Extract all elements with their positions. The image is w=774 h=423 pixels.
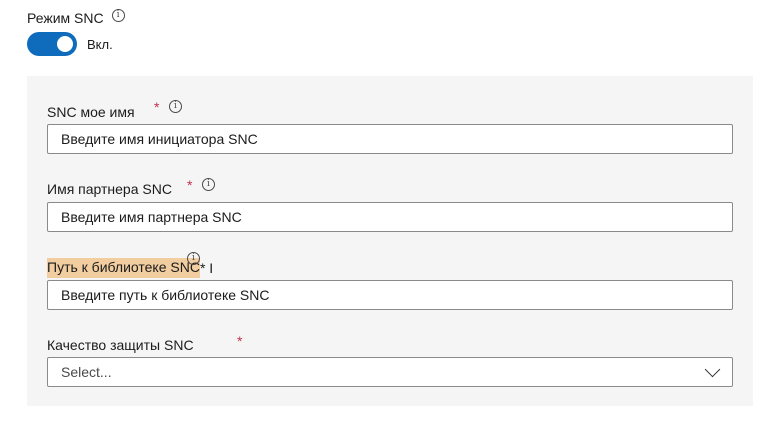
protection-quality-required-mark: * — [237, 333, 243, 349]
protection-quality-dropdown[interactable]: Select... — [47, 357, 733, 387]
snc-mode-header: Режим SNC i — [27, 8, 125, 26]
snc-mode-label: Режим SNC — [27, 10, 104, 26]
my-name-input[interactable] — [47, 124, 733, 154]
info-icon[interactable]: i — [169, 100, 182, 113]
my-name-required-mark: * — [154, 99, 160, 115]
library-path-input[interactable] — [47, 280, 733, 310]
partner-name-label: Имя партнера SNC — [47, 181, 172, 197]
snc-mode-toggle-row: Вкл. — [27, 32, 113, 56]
dropdown-selected-value: Select... — [61, 364, 112, 380]
info-icon[interactable]: i — [187, 252, 200, 265]
info-icon[interactable]: i — [202, 178, 215, 191]
toggle-knob — [57, 36, 73, 52]
snc-mode-toggle[interactable] — [27, 32, 77, 56]
partner-name-label-text: Имя партнера SNC — [47, 181, 172, 197]
library-path-label-text: Путь к библиотеке SNC — [47, 258, 200, 278]
snc-settings: Режим SNC i Вкл. SNC мое имя * i Имя пар… — [0, 0, 774, 423]
protection-quality-label: Качество защиты SNC — [47, 337, 194, 353]
info-icon[interactable]: i — [111, 8, 125, 22]
protection-quality-label-text: Качество защиты SNC — [47, 337, 194, 353]
toggle-state-label: Вкл. — [87, 36, 113, 52]
chevron-down-icon — [704, 361, 721, 377]
my-name-label: SNC мое имя — [47, 104, 135, 120]
library-path-label-suffix: * I — [199, 260, 214, 276]
partner-name-required-mark: * — [187, 177, 193, 193]
my-name-label-text: SNC мое имя — [47, 104, 135, 120]
partner-name-input[interactable] — [47, 202, 733, 232]
snc-fields-panel: SNC мое имя * i Имя партнера SNC * i Пут… — [27, 76, 753, 406]
